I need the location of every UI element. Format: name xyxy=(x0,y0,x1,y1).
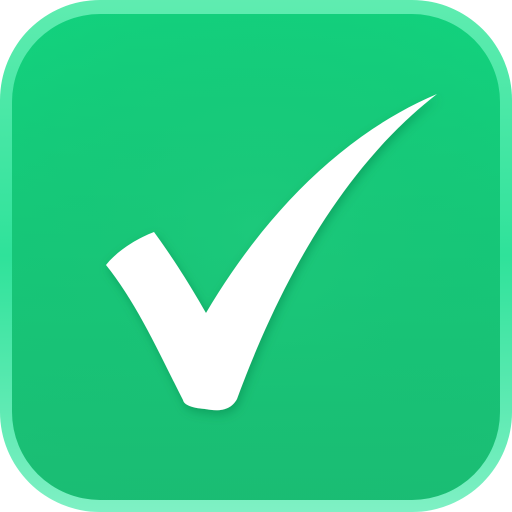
app-icon xyxy=(0,0,512,512)
app-icon-canvas xyxy=(0,0,512,512)
